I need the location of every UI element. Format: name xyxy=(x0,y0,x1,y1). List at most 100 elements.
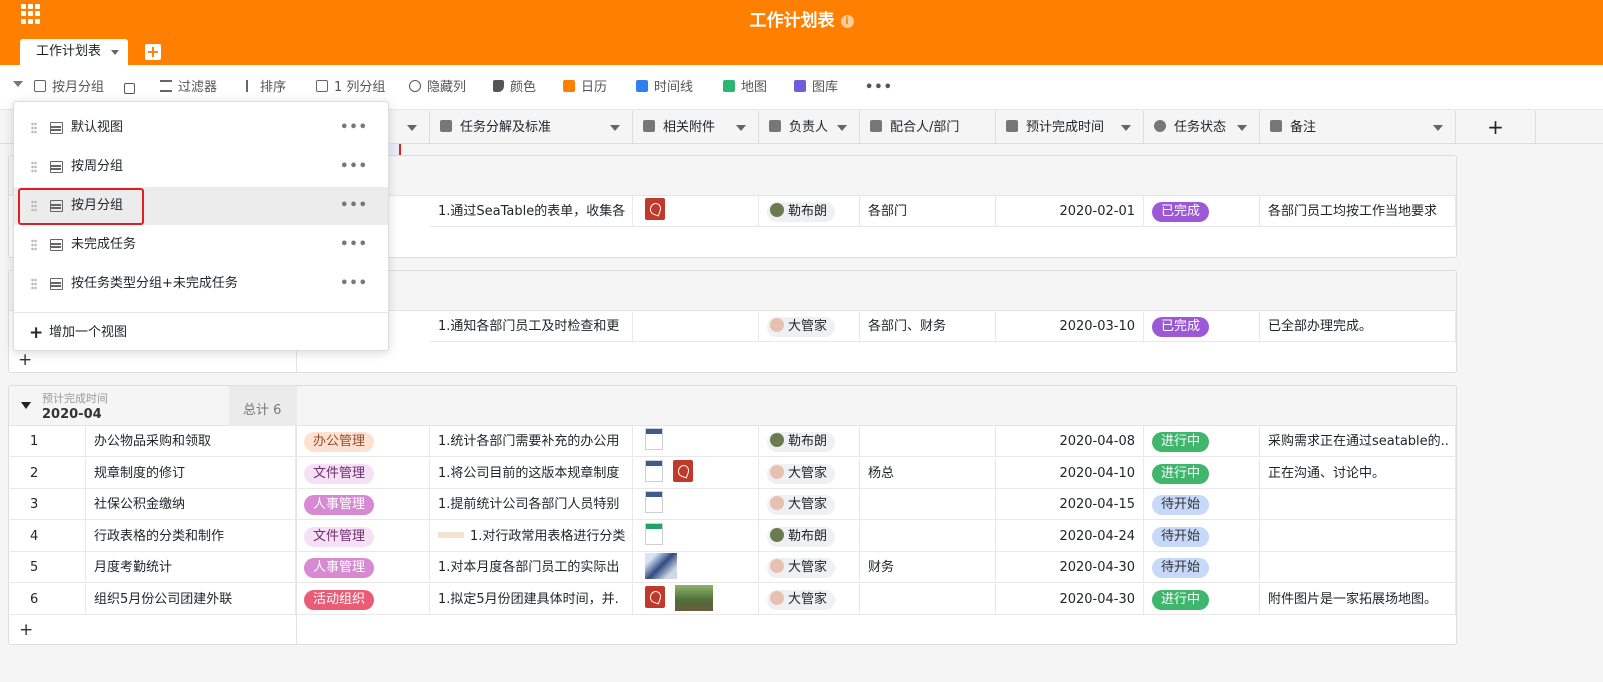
column-header-partner[interactable]: 配合人/部门 xyxy=(860,111,996,144)
add-column-button[interactable]: + xyxy=(1456,111,1536,144)
drag-handle-icon[interactable] xyxy=(31,161,37,173)
cell-row-number[interactable]: 5 xyxy=(8,552,86,583)
map-plugin[interactable]: 地图 xyxy=(723,78,767,98)
cell-owner[interactable]: 大管家 xyxy=(759,583,860,615)
cell-partner[interactable]: 杨总 xyxy=(860,457,996,489)
chevron-down-icon[interactable] xyxy=(1433,125,1443,131)
cell-task[interactable]: 规章制度的修订 xyxy=(86,457,296,489)
cell-note[interactable]: 已全部办理完成。 xyxy=(1260,311,1456,342)
view-menu-item[interactable]: 按任务类型分组+未完成任务 ••• xyxy=(14,265,388,303)
cell-due[interactable]: 2020-04-30 xyxy=(996,583,1144,615)
drag-handle-icon[interactable] xyxy=(31,122,37,134)
cell-partner[interactable]: 各部门、财务 xyxy=(860,311,996,342)
column-header-owner[interactable]: 负责人 xyxy=(759,111,860,144)
cell-standard[interactable]: 1.通过SeaTable的表单，收集各 xyxy=(430,196,633,227)
more-icon[interactable]: ••• xyxy=(340,109,368,147)
cell-standard[interactable]: 1.对行政常用表格进行分类 xyxy=(430,520,633,552)
cell-row-number[interactable]: 2 xyxy=(8,457,86,489)
cell-due[interactable]: 2020-04-24 xyxy=(996,520,1144,552)
cell-due[interactable]: 2020-02-01 xyxy=(996,196,1144,227)
more-plugins-button[interactable]: ••• xyxy=(865,78,893,98)
gallery-plugin[interactable]: 图库 xyxy=(794,78,838,98)
cell-type[interactable]: 活动组织 xyxy=(296,583,430,615)
chevron-down-icon[interactable] xyxy=(736,125,746,131)
cell-standard[interactable]: 1.拟定5月份团建具体时间，并. xyxy=(430,583,633,615)
spreadsheet-file-icon[interactable] xyxy=(645,522,663,545)
cell-row-number[interactable]: 4 xyxy=(8,520,86,552)
cell-note[interactable] xyxy=(1260,552,1456,583)
cell-type[interactable]: 文件管理 xyxy=(296,457,430,489)
cell-due[interactable]: 2020-04-08 xyxy=(996,426,1144,457)
tab-table[interactable]: 工作计划表 xyxy=(20,39,128,65)
cell-due[interactable]: 2020-03-10 xyxy=(996,311,1144,342)
cell-standard[interactable]: 1.对本月度各部门员工的实际出 xyxy=(430,552,633,583)
image-attachment[interactable] xyxy=(675,584,713,611)
chevron-down-icon[interactable] xyxy=(610,125,620,131)
cell-status[interactable]: 待开始 xyxy=(1144,520,1260,552)
cell-standard[interactable]: 1.提前统计公司各部门人员特别 xyxy=(430,489,633,520)
cell-owner[interactable]: 大管家 xyxy=(759,489,860,520)
cell-status[interactable]: 进行中 xyxy=(1144,583,1260,615)
cell-attachments[interactable] xyxy=(633,457,759,489)
cell-type[interactable]: 人事管理 xyxy=(296,552,430,583)
cell-task[interactable]: 办公物品采购和领取 xyxy=(86,426,296,457)
image-attachment[interactable] xyxy=(645,553,677,579)
cell-type[interactable]: 人事管理 xyxy=(296,489,430,520)
more-icon[interactable]: ••• xyxy=(340,187,368,225)
add-view-button[interactable]: + 增加一个视图 xyxy=(14,314,388,352)
chevron-down-icon[interactable] xyxy=(1237,125,1247,131)
hide-columns-button[interactable]: 隐藏列 xyxy=(409,78,466,98)
cell-owner[interactable]: 大管家 xyxy=(759,457,860,489)
cell-type[interactable]: 办公管理 xyxy=(296,426,430,457)
cell-type[interactable]: 文件管理 xyxy=(296,520,430,552)
cell-due[interactable]: 2020-04-30 xyxy=(996,552,1144,583)
cell-owner[interactable]: 大管家 xyxy=(759,311,860,342)
cell-note[interactable]: 正在沟通、讨论中。 xyxy=(1260,457,1456,489)
cell-row-number[interactable]: 3 xyxy=(8,489,86,520)
cell-status[interactable]: 待开始 xyxy=(1144,552,1260,583)
cell-partner[interactable] xyxy=(860,489,996,520)
cell-partner[interactable] xyxy=(860,426,996,457)
cell-row-number[interactable]: 1 xyxy=(8,426,86,457)
chevron-down-icon[interactable] xyxy=(111,50,119,55)
column-header-status[interactable]: 任务状态 xyxy=(1144,111,1260,144)
cell-owner[interactable]: 勒布朗 xyxy=(759,196,860,227)
document-file-icon[interactable] xyxy=(645,459,663,482)
cell-task[interactable]: 月度考勤统计 xyxy=(86,552,296,583)
cell-note[interactable] xyxy=(1260,489,1456,520)
cell-task[interactable]: 行政表格的分类和制作 xyxy=(86,520,296,552)
sort-button[interactable]: 排序 xyxy=(246,78,286,98)
lock-icon[interactable] xyxy=(124,83,135,94)
cell-owner[interactable]: 大管家 xyxy=(759,552,860,583)
cell-attachments[interactable] xyxy=(633,489,759,520)
info-icon[interactable]: i xyxy=(840,15,854,28)
chevron-down-icon[interactable] xyxy=(407,125,417,131)
view-menu-item[interactable]: 按周分组 ••• xyxy=(14,148,388,186)
drag-handle-icon[interactable] xyxy=(31,239,37,251)
cell-standard[interactable]: 1.统计各部门需要补充的办公用 xyxy=(430,426,633,457)
cell-partner[interactable] xyxy=(860,520,996,552)
view-caret-icon[interactable] xyxy=(13,81,23,87)
calendar-plugin[interactable]: 日历 xyxy=(563,78,607,98)
add-row-button[interactable]: + xyxy=(19,620,33,640)
cell-standard[interactable]: 1.将公司目前的这版本规章制度 xyxy=(430,457,633,489)
cell-note[interactable] xyxy=(1260,520,1456,552)
cell-partner[interactable]: 各部门 xyxy=(860,196,996,227)
add-row-button[interactable]: + xyxy=(18,350,32,370)
more-icon[interactable]: ••• xyxy=(340,226,368,264)
cell-attachments[interactable] xyxy=(633,583,759,615)
cell-standard[interactable]: 1.通知各部门员工及时检查和更 xyxy=(430,311,633,342)
cell-attachments[interactable] xyxy=(633,520,759,552)
cell-due[interactable]: 2020-04-10 xyxy=(996,457,1144,489)
chevron-down-icon[interactable] xyxy=(1121,125,1131,131)
more-icon[interactable]: ••• xyxy=(340,148,368,186)
cell-owner[interactable]: 勒布朗 xyxy=(759,520,860,552)
cell-task[interactable]: 社保公积金缴纳 xyxy=(86,489,296,520)
cell-partner[interactable]: 财务 xyxy=(860,552,996,583)
column-header-note[interactable]: 备注 xyxy=(1260,111,1456,144)
column-header-due[interactable]: 预计完成时间 xyxy=(996,111,1144,144)
document-file-icon[interactable] xyxy=(645,491,663,513)
cell-row-number[interactable]: 6 xyxy=(8,583,86,615)
cell-partner[interactable] xyxy=(860,583,996,615)
timeline-plugin[interactable]: 时间线 xyxy=(636,78,693,98)
